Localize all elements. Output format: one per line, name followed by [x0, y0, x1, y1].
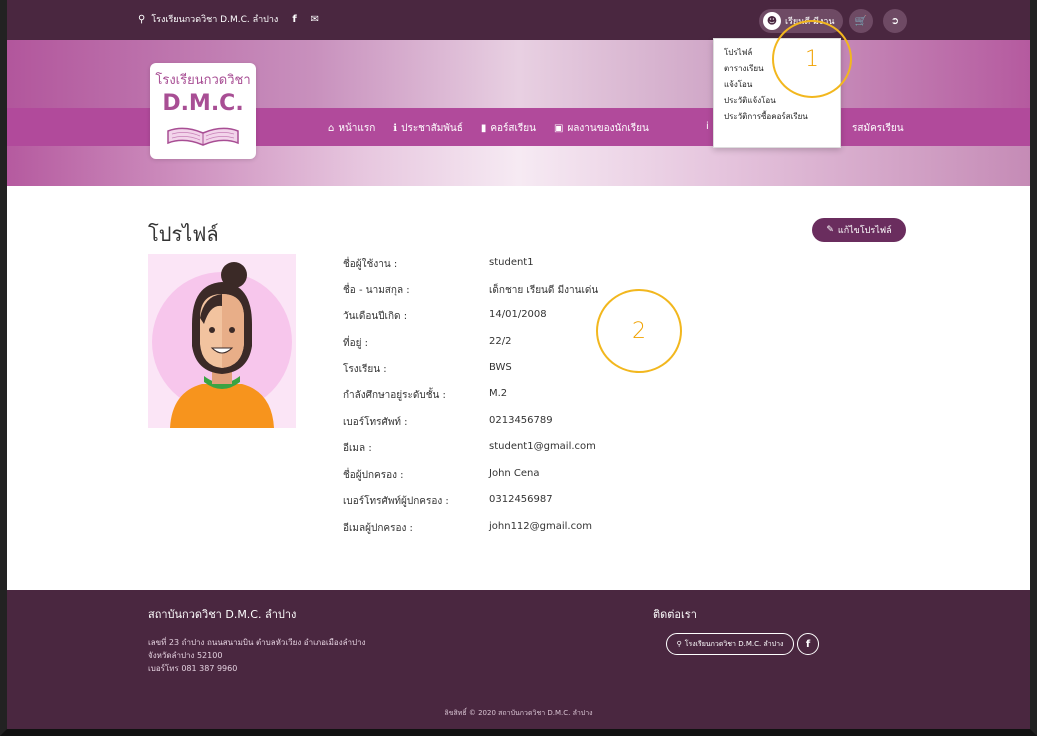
address-line: เบอร์โทร 081 387 9960	[148, 664, 238, 673]
field-row: ชื่อ - นามสกุล : เด็กชาย เรียนดี มีงานเด่…	[343, 283, 643, 297]
map-pin-icon: ⚲	[138, 13, 146, 25]
footer-address: เลขที่ 23 ถำปาง ถนนสนามบิน ตำบลหัวเวียง …	[148, 636, 365, 675]
main-nav: ⌂ หน้าแรก ℹ ประชาสัมพันธ์ ▮ คอร์สเรียน ▣ ผลง…	[328, 121, 649, 136]
logout-button[interactable]: ➲	[883, 9, 907, 33]
nav-label: ผลงานของนักเรียน	[567, 123, 649, 134]
footer: สถาบันกวดวิชา D.M.C. ลำปาง เลขที่ 23 ถำป…	[7, 590, 1030, 729]
logo-text-dmc: D.M.C.	[162, 91, 244, 116]
field-value: 14/01/2008	[489, 309, 547, 320]
nav-item-works[interactable]: ▣ ผลงานของนักเรียน	[554, 121, 649, 136]
home-icon: ⌂	[328, 123, 335, 134]
field-label: โรงเรียน :	[343, 364, 387, 375]
field-label: อีเมล :	[343, 443, 372, 454]
facebook-icon[interactable]: f	[292, 14, 296, 25]
logo-text-thai: โรงเรียนกวดวิชา	[155, 73, 251, 88]
copyright: ลิขสิทธิ์ © 2020 สถาบันกวดวิชา D.M.C. ลำ…	[444, 709, 593, 717]
annotation-circle-1: 1	[772, 20, 852, 98]
field-row: เบอร์โทรศัพท์ : 0213456789	[343, 415, 643, 429]
field-row: อีเมล : student1@gmail.com	[343, 441, 643, 455]
cart-button[interactable]: 🛒	[849, 9, 873, 33]
field-value: เด็กชาย เรียนดี มีงานเด่น	[489, 285, 599, 296]
contact-title: ติดต่อเรา	[653, 608, 697, 621]
user-edit-icon: ✎	[826, 225, 834, 235]
address-line: จังหวัดลำปาง 52100	[148, 651, 223, 660]
profile-avatar	[148, 254, 296, 428]
annotation-circle-2: 2	[596, 289, 682, 373]
field-value: student1	[489, 257, 534, 268]
edit-profile-button[interactable]: ✎ แก้ไขโปรไฟล์	[812, 218, 906, 242]
field-value: 0312456987	[489, 494, 553, 505]
field-value: 22/2	[489, 336, 512, 347]
nav-label: คอร์สเรียน	[490, 123, 536, 134]
nav-item-home[interactable]: ⌂ หน้าแรก	[328, 121, 375, 136]
field-label: ชื่อ - นามสกุล :	[343, 285, 410, 296]
field-label: ที่อยู่ :	[343, 338, 369, 349]
nav-label: หน้าแรก	[338, 123, 376, 134]
page-title: โปรไฟล์	[148, 222, 219, 246]
field-row: ชื่อผู้ปกครอง : John Cena	[343, 468, 643, 482]
field-value: BWS	[489, 362, 512, 373]
nav-item-news[interactable]: ℹ ประชาสัมพันธ์	[393, 121, 463, 136]
book-icon: ▮	[480, 123, 487, 134]
footer-title: สถาบันกวดวิชา D.M.C. ลำปาง	[148, 608, 297, 621]
field-label: อีเมลผู้ปกครอง :	[343, 523, 413, 534]
field-label: วันเดือนปีเกิด :	[343, 311, 408, 322]
field-label: ชื่อผู้ปกครอง :	[343, 470, 404, 481]
open-book-icon	[167, 127, 239, 146]
field-row: กำลังศึกษาอยู่ระดับชั้น : M.2	[343, 388, 643, 402]
top-bar-left: ⚲ โรงเรียนกวดวิชา D.M.C. ลำปาง f ✉	[138, 12, 319, 26]
annotation-number: 2	[632, 318, 646, 344]
logout-icon: ➲	[890, 15, 900, 27]
nav-item-partial-icon[interactable]: i	[706, 121, 709, 132]
field-label: กำลังศึกษาอยู่ระดับชั้น :	[343, 390, 446, 401]
nav-label: ประชาสัมพันธ์	[401, 123, 463, 134]
map-pin-icon: ⚲	[676, 640, 682, 648]
edit-profile-label: แก้ไขโปรไฟล์	[837, 226, 892, 236]
field-value: john112@gmail.com	[489, 521, 592, 532]
info-icon: ℹ	[393, 123, 398, 134]
mail-icon[interactable]: ✉	[311, 14, 319, 25]
menu-item-purchase-history[interactable]: ประวัติการซื้อคอร์สเรียน	[724, 109, 830, 125]
nav-item-register[interactable]: รสมัครเรียน	[852, 121, 904, 136]
school-link[interactable]: โรงเรียนกวดวิชา D.M.C. ลำปาง	[151, 12, 278, 26]
facebook-icon: f	[805, 638, 811, 650]
field-label: ชื่อผู้ใช้งาน :	[343, 259, 398, 270]
contact-location-link[interactable]: ⚲ โรงเรียนกวดวิชา D.M.C. ลำปาง	[666, 633, 794, 655]
address-line: เลขที่ 23 ถำปาง ถนนสนามบิน ตำบลหัวเวียง …	[148, 638, 366, 647]
facebook-link[interactable]: f	[797, 633, 819, 655]
field-value: John Cena	[489, 468, 540, 479]
field-value: 0213456789	[489, 415, 553, 426]
field-row: อีเมลผู้ปกครอง : john112@gmail.com	[343, 521, 643, 535]
contact-location-label: โรงเรียนกวดวิชา D.M.C. ลำปาง	[684, 639, 784, 648]
field-label: เบอร์โทรศัพท์ผู้ปกครอง :	[343, 496, 449, 507]
id-card-icon: ▣	[553, 123, 564, 134]
field-value: M.2	[489, 388, 508, 399]
field-row: เบอร์โทรศัพท์ผู้ปกครอง : 0312456987	[343, 494, 643, 508]
field-row: โรงเรียน : BWS	[343, 362, 643, 376]
field-label: เบอร์โทรศัพท์ :	[343, 417, 408, 428]
field-row: ชื่อผู้ใช้งาน : student1	[343, 257, 643, 271]
cart-icon: 🛒	[854, 15, 868, 27]
field-value: student1@gmail.com	[489, 441, 596, 452]
school-logo[interactable]: โรงเรียนกวดวิชา D.M.C.	[150, 63, 256, 159]
top-bar: ⚲ โรงเรียนกวดวิชา D.M.C. ลำปาง f ✉ ☻ เรี…	[7, 0, 1030, 40]
nav-item-courses[interactable]: ▮ คอร์สเรียน	[481, 121, 536, 136]
user-avatar-icon: ☻	[763, 12, 781, 30]
student-avatar-illustration	[152, 262, 292, 428]
annotation-number: 1	[805, 46, 819, 72]
